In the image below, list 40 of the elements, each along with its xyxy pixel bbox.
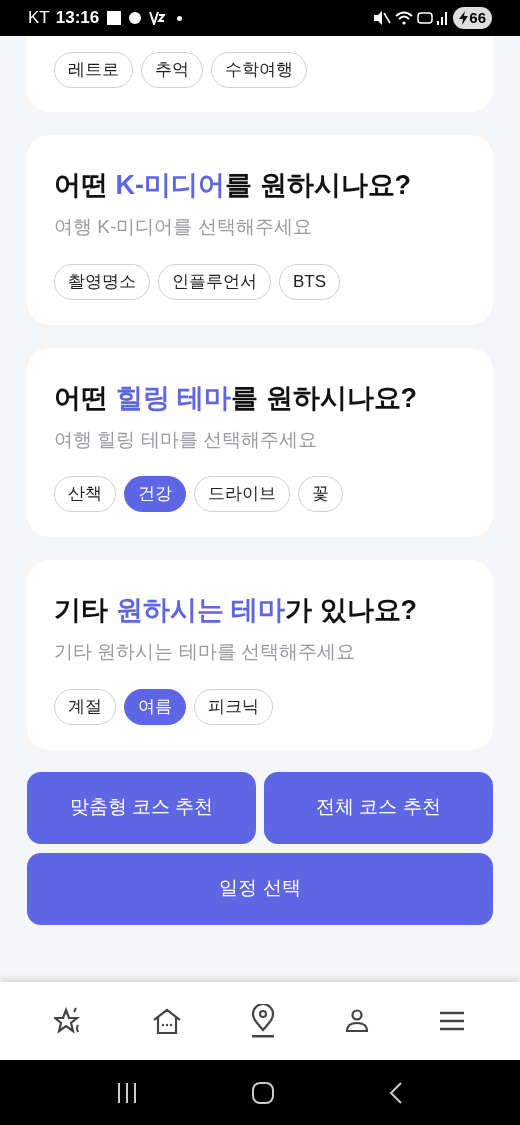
home-icon[interactable] — [152, 1007, 182, 1035]
tag-chip[interactable]: 꽃 — [298, 476, 343, 512]
schedule-button[interactable]: 일정 선택 — [27, 852, 493, 925]
record-dot-icon — [129, 12, 142, 24]
location-pin-icon[interactable] — [250, 1004, 276, 1038]
tag-chip[interactable]: 인플루언서 — [158, 263, 271, 300]
question-subtitle: 여행 K-미디어를 선택해주세요 — [54, 215, 313, 239]
question-title: 기타 원하시는 테마가 있나요? — [54, 594, 419, 627]
recent-apps-icon[interactable] — [116, 1081, 139, 1104]
signal-icon — [437, 11, 450, 25]
tag-chip[interactable]: 촬영명소 — [54, 263, 150, 300]
back-icon[interactable] — [387, 1080, 404, 1105]
recommend-button[interactable]: 맞춤형 코스 추천 — [27, 771, 256, 844]
question-title: 어떤 K-미디어를 원하시나요? — [54, 169, 412, 202]
app-notification-icon — [107, 11, 122, 25]
home-button-icon[interactable] — [251, 1080, 275, 1105]
tag-chip[interactable]: 여름 — [124, 688, 186, 725]
battery-level: 66 — [469, 7, 486, 28]
question-title: 어떤 힐링 테마를 원하시나요? — [54, 381, 419, 415]
tag-chip[interactable]: 추억 — [141, 52, 203, 88]
more-dot-icon — [177, 15, 183, 21]
tag-chip[interactable]: 건강 — [124, 476, 186, 512]
profile-icon[interactable] — [344, 1008, 370, 1034]
question-subtitle: 여행 힐링 테마를 선택해주세요 — [54, 427, 318, 452]
app-logo-icon — [149, 11, 166, 25]
question-subtitle: 기타 원하시는 테마를 선택해주세요 — [54, 640, 356, 664]
tag-chip[interactable]: 드라이브 — [194, 476, 290, 512]
wifi-icon — [395, 11, 414, 25]
tag-chip[interactable]: 레트로 — [54, 52, 133, 88]
tag-chip[interactable]: 계절 — [54, 688, 116, 725]
clock: 13:16 — [55, 7, 100, 30]
tag-chip[interactable]: 수학여행 — [211, 52, 307, 88]
mute-icon — [373, 10, 392, 26]
carrier-label: KT — [28, 7, 50, 30]
recommend-button[interactable]: 전체 코스 추천 — [264, 771, 493, 844]
tag-chip[interactable]: BTS — [279, 263, 341, 300]
menu-icon[interactable] — [438, 1010, 466, 1032]
tag-chip[interactable]: 피크닉 — [194, 688, 273, 725]
tag-chip[interactable]: 산책 — [54, 476, 116, 512]
charging-icon — [459, 11, 469, 25]
